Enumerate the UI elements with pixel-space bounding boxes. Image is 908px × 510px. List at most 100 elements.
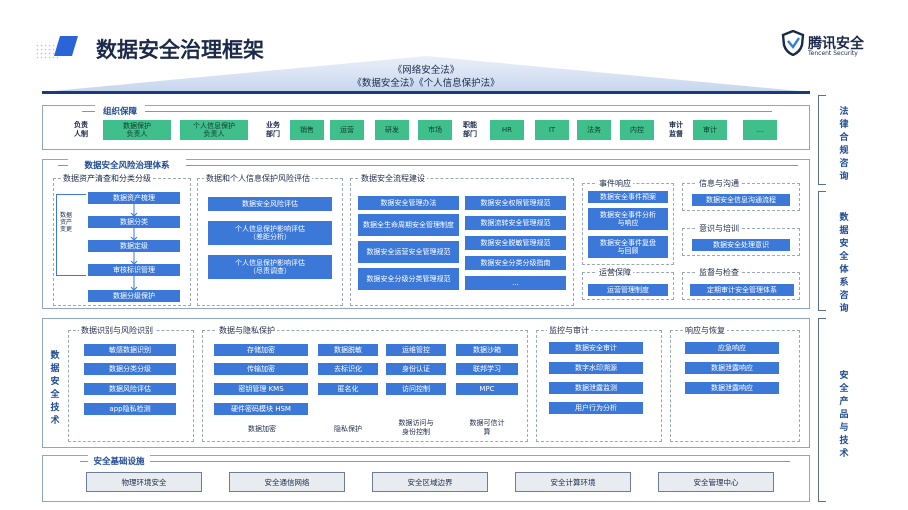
org-business-1[interactable]: 销售	[290, 120, 324, 140]
supervision-item-1[interactable]: 定期审计安全管理体系	[690, 284, 794, 296]
privacy-c4-2[interactable]: 联邦学习	[456, 363, 518, 375]
training-item-1[interactable]: 数据安全处理意识	[692, 239, 790, 251]
privacy-c2-3[interactable]: 匿名化	[318, 383, 378, 395]
ops-item-1[interactable]: 运营管理制度	[588, 284, 668, 296]
info-item-1[interactable]: 数据安全信息沟通流程	[692, 194, 790, 206]
monitor-item-1[interactable]: 数据安全审计	[549, 342, 643, 354]
monitor-item-2[interactable]: 数字水印溯源	[549, 362, 643, 374]
privacy-c2-2[interactable]: 去标识化	[318, 363, 378, 375]
right-bracket-1	[818, 95, 826, 185]
infra-item-5[interactable]: 安全管理中心	[658, 472, 774, 492]
org-function-3[interactable]: 法务	[577, 120, 611, 140]
privacy-c1-1[interactable]: 存储加密	[214, 344, 308, 356]
infra-item-4[interactable]: 安全计算环境	[515, 472, 631, 492]
privacy-caption-3: 数据访问与 身份控制	[398, 419, 434, 436]
asset-title: 数据资产清查和分类分级	[61, 173, 153, 184]
process-title: 数据安全流程建设	[359, 173, 427, 184]
response-item-3[interactable]: 数据泄露响应	[685, 382, 779, 394]
law-line-2: 《数据安全法》《个人信息保护法》	[352, 78, 500, 89]
asset-item-1[interactable]: 数据资产梳理	[88, 192, 180, 204]
monitor-item-4[interactable]: 用户行为分析	[549, 402, 643, 414]
training-title: 意识与培训	[697, 223, 741, 234]
process-right-5[interactable]: ...	[465, 276, 566, 290]
right-label-2: 数据安全体系咨询	[839, 213, 849, 314]
process-left-2[interactable]: 数据全生命周期安全管理制度	[358, 214, 459, 236]
org-responsible-1[interactable]: 数据保护 负责人	[103, 120, 171, 140]
response-title: 响应与恢复	[683, 325, 727, 336]
asset-flow-arrows	[130, 204, 138, 291]
right-bracket-2	[818, 191, 826, 311]
process-right-3[interactable]: 数据安全脱敏管理规范	[465, 236, 566, 250]
supervision-title: 监督与检查	[697, 267, 741, 278]
privacy-c1-4[interactable]: 硬件密码模块 HSM	[214, 403, 308, 415]
asset-change-label: 数据资产变更	[60, 212, 73, 233]
law-line-1: 《网络安全法》	[392, 65, 460, 76]
risk-title: 数据安全风险治理体系	[68, 159, 186, 171]
process-right-4[interactable]: 数据安全分类分级指南	[465, 256, 566, 270]
incident-item-2[interactable]: 数据安全事件分析 与响应	[588, 208, 668, 230]
privacy-caption-2: 隐私保护	[334, 425, 362, 433]
identify-item-2[interactable]: 数据分类分级	[84, 363, 176, 375]
right-label-3: 安全产品与技术	[839, 371, 849, 459]
identify-title: 数据识别与风险识别	[79, 325, 155, 336]
identify-item-4[interactable]: app隐私检测	[84, 403, 176, 415]
privacy-title: 数据与隐私保护	[217, 325, 277, 336]
assess-item-3[interactable]: 个人信息保护影响评估 （尽责调查）	[208, 255, 332, 279]
asset-item-5[interactable]: 数据分级保护	[88, 290, 180, 302]
privacy-c1-3[interactable]: 密钥管理 KMS	[214, 383, 308, 395]
identify-item-3[interactable]: 数据风险评估	[84, 383, 176, 395]
response-item-1[interactable]: 应急响应	[685, 342, 779, 354]
privacy-c2-1[interactable]: 数据脱敏	[318, 344, 378, 356]
audit-label: 审计 监督	[669, 121, 683, 138]
privacy-c3-1[interactable]: 运维管控	[386, 344, 446, 356]
monitor-title: 监控与审计	[547, 325, 591, 336]
process-left-4[interactable]: 数据安全分级分类管理规范	[358, 268, 459, 290]
org-function-2[interactable]: IT	[535, 120, 569, 140]
asset-change-loop	[56, 194, 86, 276]
incident-title: 事件响应	[597, 178, 633, 189]
function-label: 职能 部门	[463, 121, 477, 138]
privacy-c4-3[interactable]: MPC	[456, 383, 518, 395]
org-audit-2[interactable]: ...	[743, 120, 777, 140]
business-label: 业务 部门	[266, 121, 280, 138]
right-bracket-3	[818, 318, 826, 502]
org-title: 组织保障	[95, 105, 145, 117]
org-title-line	[82, 111, 772, 112]
incident-item-3[interactable]: 数据安全事件复盘 与回顾	[588, 236, 668, 258]
tech-side-label: 数据安全技术	[50, 351, 60, 426]
monitor-item-3[interactable]: 数据泄露监测	[549, 382, 643, 394]
identify-item-1[interactable]: 敏感数据识别	[84, 344, 176, 356]
privacy-caption-1: 数据加密	[248, 425, 276, 433]
right-label-1: 法律合规咨询	[839, 107, 849, 182]
process-right-1[interactable]: 数据安全权限管理规范	[465, 196, 566, 210]
assess-title: 数据和个人信息保护风险评估	[204, 173, 312, 184]
tencent-shield-icon	[781, 29, 805, 57]
process-left-1[interactable]: 数据安全管理办法	[358, 196, 459, 210]
logo-subtitle: Tencent Security	[808, 50, 858, 57]
org-business-4[interactable]: 市场	[418, 120, 452, 140]
infra-title: 安全基础设施	[88, 455, 150, 467]
infra-item-3[interactable]: 安全区域边界	[372, 472, 488, 492]
ops-title: 运营保障	[597, 267, 633, 278]
process-right-2[interactable]: 数据流转安全管理规范	[465, 216, 566, 230]
org-audit-1[interactable]: 审计	[693, 120, 727, 140]
privacy-c3-3[interactable]: 访问控制	[386, 383, 446, 395]
privacy-c1-2[interactable]: 传输加密	[214, 363, 308, 375]
org-business-3[interactable]: 研发	[375, 120, 409, 140]
response-item-2[interactable]: 数据泄露响应	[685, 362, 779, 374]
org-responsible-2[interactable]: 个人信息保护 负责人	[180, 120, 248, 140]
process-left-3[interactable]: 数据安全运营安全管理规范	[358, 241, 459, 263]
privacy-caption-4: 数据可信计 算	[469, 419, 505, 436]
infra-item-2[interactable]: 安全通信网络	[229, 472, 345, 492]
infra-item-1[interactable]: 物理环境安全	[86, 472, 202, 492]
assess-item-1[interactable]: 数据安全风险评估	[208, 197, 332, 211]
assess-item-2[interactable]: 个人信息保护影响评估 （差距分析）	[208, 221, 332, 245]
privacy-c4-1[interactable]: 数据沙箱	[456, 344, 518, 356]
privacy-c3-2[interactable]: 身份认证	[386, 363, 446, 375]
org-business-2[interactable]: 运营	[330, 120, 364, 140]
infra-title-line	[80, 461, 790, 462]
org-function-4[interactable]: 内控	[620, 120, 654, 140]
incident-item-1[interactable]: 数据安全事件预案	[588, 191, 668, 203]
org-function-1[interactable]: HR	[490, 120, 524, 140]
info-title: 信息与沟通	[697, 178, 741, 189]
